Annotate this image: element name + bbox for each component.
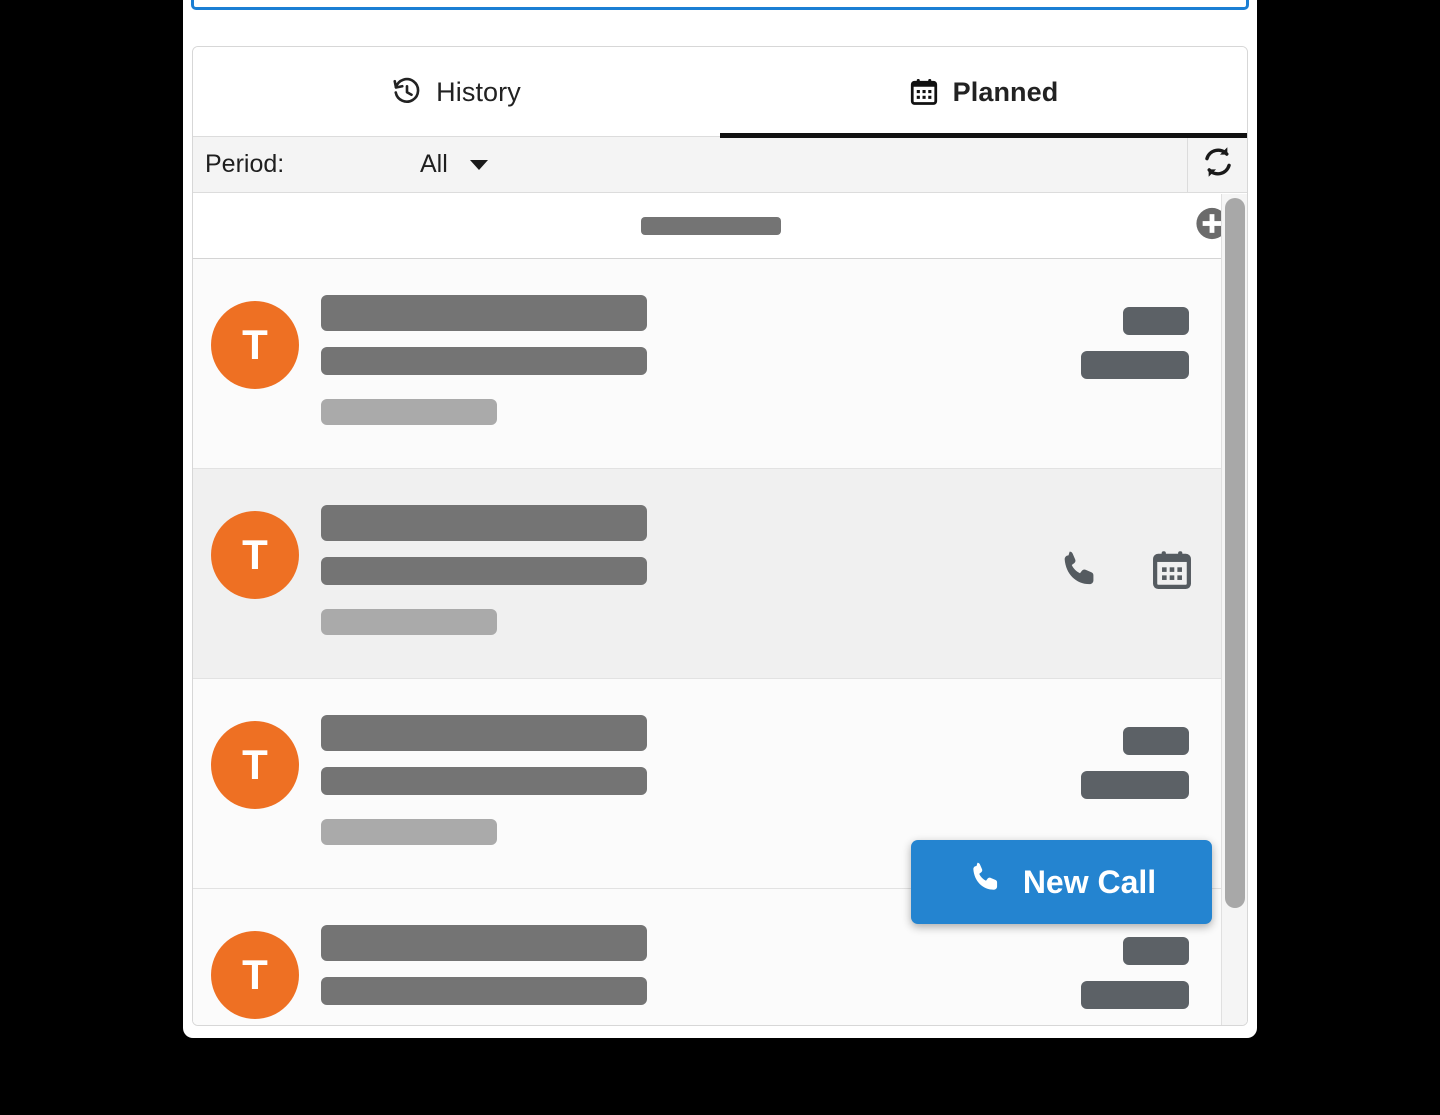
scrollbar[interactable] [1221,194,1247,1025]
row-meta-bottom-redacted [1081,351,1189,379]
row-meta-bottom-redacted [1081,981,1189,1009]
row-meta-top-redacted [1123,307,1189,335]
avatar: T [211,301,299,389]
table-row[interactable]: T [193,469,1223,679]
filter-bar: Period: All [193,137,1247,193]
row-primary-redacted [321,925,647,961]
tab-history[interactable]: History [193,47,720,137]
new-call-button[interactable]: New Call [911,840,1212,924]
row-meta-bottom-redacted [1081,771,1189,799]
tab-bar: History Planned [193,47,1247,138]
list-header [193,193,1247,259]
row-tertiary-redacted [321,609,497,635]
avatar: T [211,511,299,599]
new-call-label: New Call [1022,863,1157,900]
calendar-icon[interactable] [1149,547,1195,593]
row-tertiary-redacted [321,819,497,845]
refresh-icon [1201,145,1235,184]
row-meta [1081,727,1189,799]
scrollbar-thumb[interactable] [1225,198,1245,908]
calendar-icon [909,77,939,107]
row-primary-redacted [321,295,647,331]
row-secondary-redacted [321,767,647,795]
search-input[interactable] [191,0,1249,10]
row-secondary-redacted [321,977,647,1005]
phone-icon [967,859,1005,905]
list-title-redacted [641,216,781,235]
row-primary-redacted [321,505,647,541]
row-secondary-redacted [321,347,647,375]
tab-history-label: History [436,76,521,107]
period-filter: Period: All [193,137,1187,192]
row-meta-top-redacted [1123,937,1189,965]
row-actions [1057,547,1195,593]
tab-planned-label: Planned [952,76,1059,107]
avatar: T [211,931,299,1019]
refresh-button[interactable] [1187,137,1247,192]
row-secondary-redacted [321,557,647,585]
row-primary-redacted [321,715,647,751]
row-meta-top-redacted [1123,727,1189,755]
phone-icon[interactable] [1057,547,1103,593]
row-meta [1081,937,1189,1009]
period-select-value: All [420,150,448,178]
avatar: T [211,721,299,809]
row-tertiary-redacted [321,399,497,425]
tab-planned[interactable]: Planned [720,47,1247,138]
chevron-down-icon [469,159,488,170]
period-label: Period: [205,150,285,178]
row-meta [1081,307,1189,379]
period-select[interactable]: All [420,150,488,179]
history-icon [392,77,422,107]
table-row[interactable]: T [193,259,1223,469]
